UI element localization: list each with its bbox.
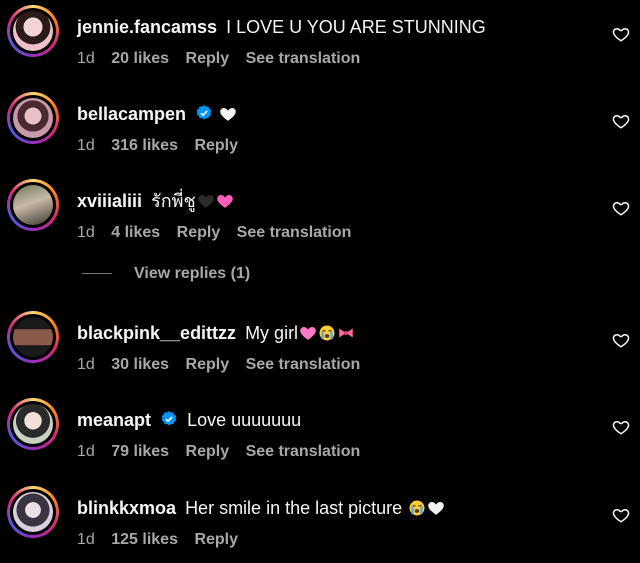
- avatar-image: [13, 404, 53, 444]
- heart-icon[interactable]: [612, 418, 630, 436]
- verified-badge-icon: [196, 105, 212, 120]
- username[interactable]: bellacampen: [77, 104, 186, 124]
- view-replies-label: View replies (1): [134, 265, 251, 282]
- comment-text-line: jennie.fancamss I LOVE U YOU ARE STUNNIN…: [77, 16, 486, 38]
- comment-item: meanapt Love uuuuuuu 1d 79 likes Reply S…: [0, 398, 640, 468]
- comment-text-line: xviiialiii รักพี่ชู: [77, 190, 234, 212]
- timestamp: 1d: [77, 137, 95, 154]
- see-translation-button[interactable]: See translation: [246, 443, 361, 460]
- likes-count[interactable]: 79 likes: [111, 443, 169, 460]
- comment-item: jennie.fancamss I LOVE U YOU ARE STUNNIN…: [0, 5, 640, 75]
- avatar-image: [13, 98, 53, 138]
- comment-text-line: bellacampen: [77, 103, 237, 125]
- timestamp: 1d: [77, 531, 95, 548]
- comment-item: xviiialiii รักพี่ชู 1d 4 likes Reply See…: [0, 179, 640, 249]
- avatar-image: [13, 11, 53, 51]
- username[interactable]: blackpink__edittzz: [77, 323, 236, 343]
- likes-count[interactable]: 4 likes: [111, 224, 160, 241]
- avatar[interactable]: [7, 486, 59, 538]
- heart-icon[interactable]: [612, 331, 630, 349]
- see-translation-button[interactable]: See translation: [246, 50, 361, 67]
- reply-button[interactable]: Reply: [194, 531, 238, 548]
- avatar[interactable]: [7, 179, 59, 231]
- avatar[interactable]: [7, 311, 59, 363]
- comment-meta: 1d 30 likes Reply See translation: [77, 356, 372, 374]
- white-heart-icon: [428, 502, 444, 515]
- avatar-image: [13, 185, 53, 225]
- comment-item: blackpink__edittzz My girl 1d 30 likes R…: [0, 311, 640, 381]
- comment-text-line: blinkkxmoa Her smile in the last picture: [77, 497, 445, 519]
- timestamp: 1d: [77, 443, 95, 460]
- white-heart-icon: [220, 108, 236, 121]
- comment-item: bellacampen 1d 316 likes Reply: [0, 92, 640, 162]
- likes-count[interactable]: 30 likes: [111, 356, 169, 373]
- view-replies-button[interactable]: View replies (1): [82, 265, 250, 285]
- reply-button[interactable]: Reply: [177, 224, 221, 241]
- likes-count[interactable]: 316 likes: [111, 137, 178, 154]
- avatar[interactable]: [7, 398, 59, 450]
- pink-heart-icon: [216, 195, 233, 208]
- comment-meta: 1d 79 likes Reply See translation: [77, 443, 372, 461]
- comment-text-line: meanapt Love uuuuuuu: [77, 409, 301, 431]
- username[interactable]: jennie.fancamss: [77, 17, 217, 37]
- comment-meta: 1d 20 likes Reply See translation: [77, 50, 372, 68]
- crying-face-icon: [319, 325, 335, 341]
- comment-body: Love uuuuuuu: [187, 410, 302, 430]
- timestamp: 1d: [77, 224, 95, 241]
- heart-icon[interactable]: [612, 199, 630, 217]
- comment-body: I LOVE U YOU ARE STUNNING: [226, 17, 486, 37]
- crying-face-icon: [409, 500, 425, 516]
- timestamp: 1d: [77, 356, 95, 373]
- comment-body: Her smile in the last picture: [185, 498, 403, 518]
- ribbon-icon: [339, 328, 353, 338]
- heart-icon[interactable]: [612, 25, 630, 43]
- comment-text-line: blackpink__edittzz My girl: [77, 322, 355, 344]
- username[interactable]: xviiialiii: [77, 191, 142, 211]
- likes-count[interactable]: 125 likes: [111, 531, 178, 548]
- comment-body: My girl: [245, 323, 299, 343]
- heart-icon[interactable]: [612, 112, 630, 130]
- comment-meta: 1d 4 likes Reply See translation: [77, 224, 363, 242]
- reply-button[interactable]: Reply: [186, 443, 230, 460]
- avatar[interactable]: [7, 5, 59, 57]
- replies-divider: [82, 273, 112, 275]
- reply-button[interactable]: Reply: [194, 137, 238, 154]
- comment-meta: 1d 316 likes Reply: [77, 137, 250, 155]
- avatar-image: [13, 492, 53, 532]
- black-heart-icon: [197, 195, 214, 208]
- username[interactable]: meanapt: [77, 410, 151, 430]
- timestamp: 1d: [77, 50, 95, 67]
- see-translation-button[interactable]: See translation: [237, 224, 352, 241]
- avatar[interactable]: [7, 92, 59, 144]
- comment-meta: 1d 125 likes Reply: [77, 531, 250, 549]
- avatar-image: [13, 317, 53, 357]
- heart-icon[interactable]: [612, 506, 630, 524]
- reply-button[interactable]: Reply: [186, 356, 230, 373]
- see-translation-button[interactable]: See translation: [246, 356, 361, 373]
- username[interactable]: blinkkxmoa: [77, 498, 176, 518]
- verified-badge-icon: [161, 411, 177, 426]
- sparkling-heart-icon: [300, 327, 316, 340]
- comment-item: blinkkxmoa Her smile in the last picture…: [0, 486, 640, 556]
- reply-button[interactable]: Reply: [186, 50, 230, 67]
- comment-body: รักพี่ชู: [151, 191, 196, 211]
- likes-count[interactable]: 20 likes: [111, 50, 169, 67]
